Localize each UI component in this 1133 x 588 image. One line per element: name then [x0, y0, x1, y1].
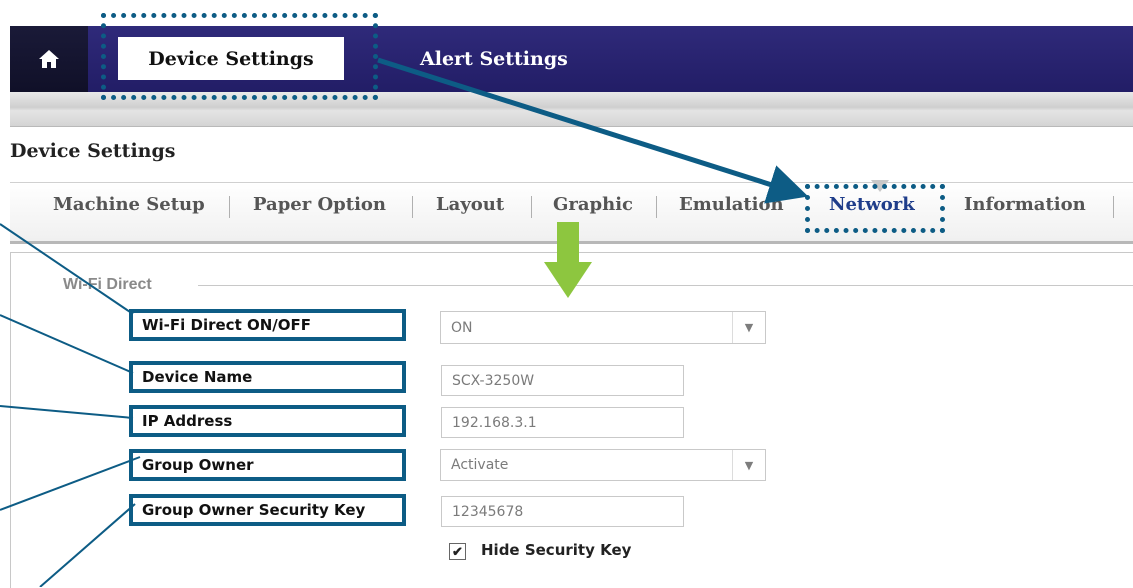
- green-down-arrow-icon: [544, 222, 592, 298]
- arrow-to-network-icon: [377, 57, 809, 204]
- callout-overlay: [0, 57, 809, 587]
- leader-lines: [0, 223, 141, 587]
